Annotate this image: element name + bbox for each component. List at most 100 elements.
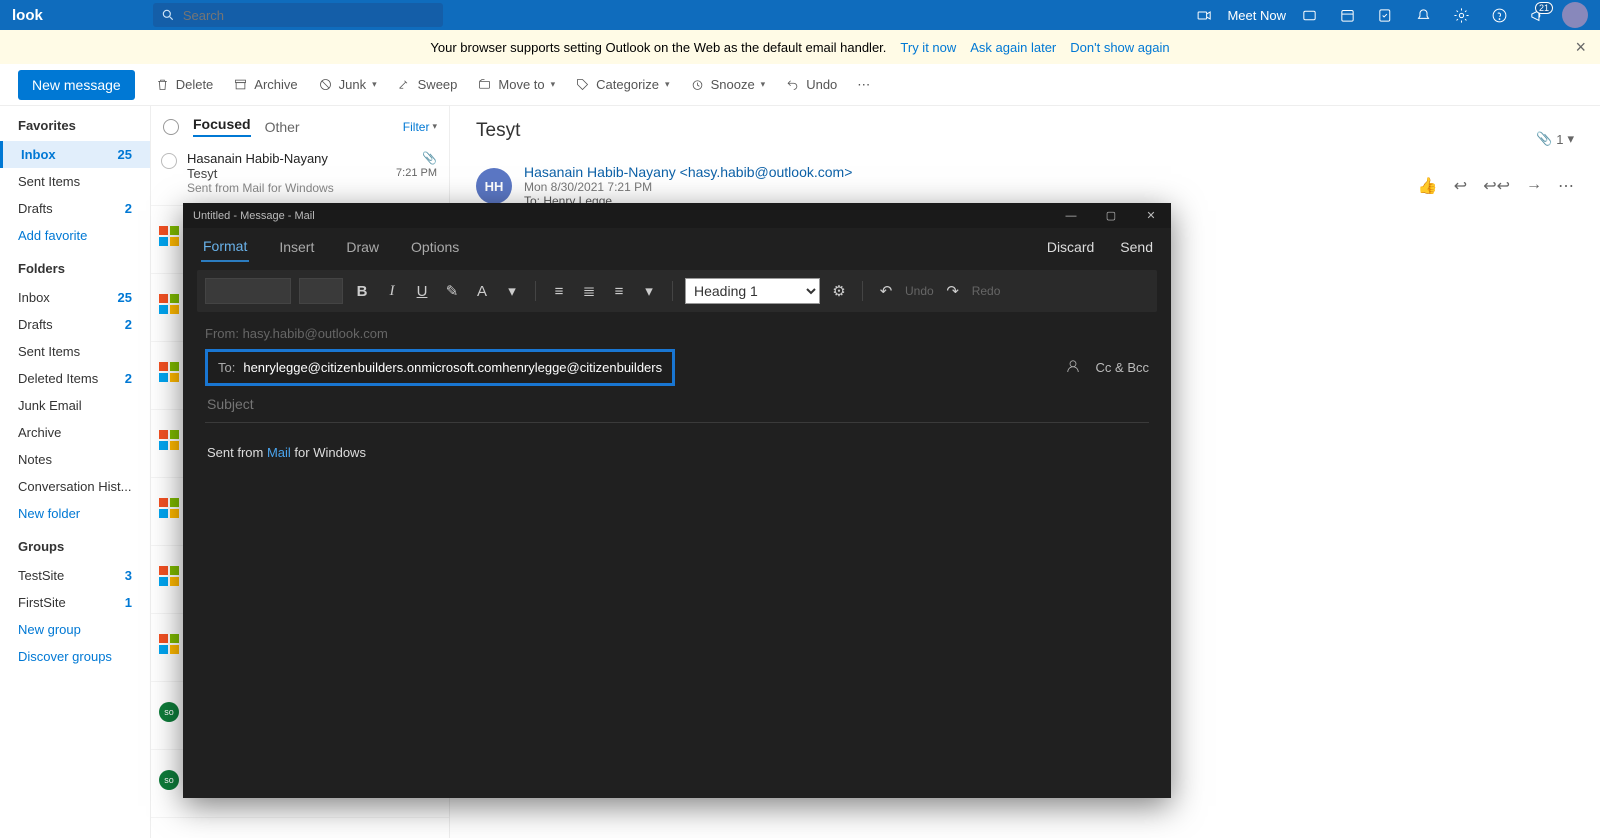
redo-button[interactable]: ↷ <box>942 282 964 300</box>
maximize-button[interactable]: ▢ <box>1091 203 1131 228</box>
mail-link[interactable]: Mail <box>267 445 291 460</box>
cmd-categorize[interactable]: Categorize▾ <box>575 77 669 92</box>
section-favorites[interactable]: Favorites <box>0 106 150 141</box>
sender-avatar: HH <box>476 168 512 204</box>
new-message-button[interactable]: New message <box>18 70 135 100</box>
section-folders[interactable]: Folders <box>0 249 150 284</box>
folder-archive[interactable]: Archive <box>0 419 150 446</box>
new-group-link[interactable]: New group <box>0 616 150 643</box>
reply-icon[interactable]: ↩ <box>1454 176 1467 196</box>
folder-deleted[interactable]: Deleted Items2 <box>0 365 150 392</box>
message-checkbox[interactable] <box>161 153 177 169</box>
banner-later-link[interactable]: Ask again later <box>970 40 1056 55</box>
notifications-icon[interactable] <box>1404 0 1442 30</box>
contacts-icon[interactable] <box>1064 357 1082 378</box>
add-favorite-link[interactable]: Add favorite <box>0 222 150 249</box>
to-field-highlight[interactable]: To: <box>205 349 675 386</box>
compose-body[interactable]: Sent from Mail for Windows <box>205 423 1149 482</box>
folder-drafts[interactable]: Drafts2 <box>0 311 150 338</box>
styles-settings-icon[interactable]: ⚙ <box>828 282 850 300</box>
font-color-button[interactable]: A <box>471 283 493 300</box>
para-more-dropdown[interactable]: ▾ <box>638 282 660 300</box>
tab-draw[interactable]: Draw <box>344 233 381 261</box>
select-all-checkbox[interactable] <box>163 119 179 135</box>
attachment-count[interactable]: 📎 1 ▾ <box>1536 131 1574 147</box>
message-item[interactable]: 📎 Hasanain Habib-Nayany Tesyt 7:21 PM Se… <box>151 143 449 206</box>
style-select[interactable]: Heading 1 <box>685 278 820 304</box>
cmd-moveto[interactable]: Move to▾ <box>477 77 555 92</box>
todo-icon[interactable] <box>1366 0 1404 30</box>
close-button[interactable]: ✕ <box>1131 203 1171 228</box>
user-avatar[interactable] <box>1562 2 1588 28</box>
favorites-drafts[interactable]: Drafts2 <box>0 195 150 222</box>
tab-other[interactable]: Other <box>265 119 300 135</box>
banner-dont-link[interactable]: Don't show again <box>1070 40 1169 55</box>
undo-button[interactable]: ↶ <box>875 282 897 300</box>
compose-titlebar[interactable]: Untitled - Message - Mail — ▢ ✕ <box>183 203 1171 228</box>
message-from: Hasanain Habib-Nayany <box>187 151 437 166</box>
minimize-button[interactable]: — <box>1051 203 1091 228</box>
font-size-select[interactable] <box>299 278 343 304</box>
folder-junk[interactable]: Junk Email <box>0 392 150 419</box>
folder-inbox[interactable]: Inbox25 <box>0 284 150 311</box>
cmd-junk[interactable]: Junk▾ <box>318 77 377 92</box>
folder-convhist[interactable]: Conversation Hist... <box>0 473 150 500</box>
highlight-button[interactable]: ✎ <box>441 282 463 300</box>
message-time: 7:21 PM <box>396 167 437 179</box>
section-groups[interactable]: Groups <box>0 527 150 562</box>
to-label: To: <box>218 360 235 375</box>
bullet-list-button[interactable]: ≡ <box>548 283 570 300</box>
to-input[interactable] <box>243 360 662 375</box>
settings-icon[interactable] <box>1442 0 1480 30</box>
tab-insert[interactable]: Insert <box>277 233 316 261</box>
forward-icon[interactable]: → <box>1526 176 1542 196</box>
number-list-button[interactable]: ≣ <box>578 282 600 300</box>
banner-close-icon[interactable]: × <box>1575 37 1586 58</box>
cc-bcc-toggle[interactable]: Cc & Bcc <box>1096 360 1149 375</box>
teams-icon[interactable] <box>1290 0 1328 30</box>
search-input[interactable] <box>183 8 435 23</box>
favorites-sent[interactable]: Sent Items <box>0 168 150 195</box>
cmd-undo[interactable]: Undo <box>785 77 837 92</box>
meet-now-camera-icon[interactable] <box>1185 0 1223 30</box>
folder-notes[interactable]: Notes <box>0 446 150 473</box>
whatsnew-icon[interactable]: 21 <box>1518 0 1556 30</box>
calendar-icon[interactable] <box>1328 0 1366 30</box>
underline-button[interactable]: U <box>411 283 433 300</box>
font-family-select[interactable] <box>205 278 291 304</box>
cmd-more-icon[interactable]: ⋯ <box>857 77 870 93</box>
new-folder-link[interactable]: New folder <box>0 500 150 527</box>
folder-sent[interactable]: Sent Items <box>0 338 150 365</box>
filter-dropdown[interactable]: Filter ▾ <box>403 120 437 134</box>
font-more-dropdown[interactable]: ▾ <box>501 282 523 300</box>
cmd-snooze[interactable]: Snooze▾ <box>690 77 766 92</box>
meet-now-label[interactable]: Meet Now <box>1227 8 1286 23</box>
more-actions-icon[interactable]: ⋯ <box>1558 176 1574 196</box>
discover-groups-link[interactable]: Discover groups <box>0 643 150 670</box>
search-icon <box>161 8 175 22</box>
group-testsite[interactable]: TestSite3 <box>0 562 150 589</box>
banner-try-link[interactable]: Try it now <box>900 40 956 55</box>
cmd-delete[interactable]: Delete <box>155 77 214 92</box>
command-bar: New message Delete Archive Junk▾ Sweep M… <box>0 64 1600 106</box>
cmd-sweep[interactable]: Sweep <box>397 77 458 92</box>
italic-button[interactable]: I <box>381 283 403 300</box>
bold-button[interactable]: B <box>351 283 373 300</box>
tab-options[interactable]: Options <box>409 233 461 261</box>
group-firstsite[interactable]: FirstSite1 <box>0 589 150 616</box>
reply-all-icon[interactable]: ↩↩ <box>1483 176 1510 196</box>
sender-name: Hasanain Habib-Nayany <hasy.habib@outloo… <box>524 164 852 180</box>
tab-format[interactable]: Format <box>201 232 249 262</box>
like-icon[interactable]: 👍 <box>1418 176 1438 196</box>
compose-tabs: Format Insert Draw Options Discard Send <box>183 228 1171 262</box>
search-box[interactable] <box>153 3 443 27</box>
send-button[interactable]: Send <box>1114 239 1153 255</box>
align-button[interactable]: ≡ <box>608 283 630 300</box>
help-icon[interactable] <box>1480 0 1518 30</box>
favorites-inbox[interactable]: Inbox25 <box>0 141 150 168</box>
discard-button[interactable]: Discard <box>1041 239 1094 255</box>
subject-input[interactable] <box>205 386 1149 423</box>
tab-focused[interactable]: Focused <box>193 116 251 137</box>
cmd-archive[interactable]: Archive <box>233 77 297 92</box>
left-nav: Favorites Inbox25 Sent Items Drafts2 Add… <box>0 106 150 838</box>
